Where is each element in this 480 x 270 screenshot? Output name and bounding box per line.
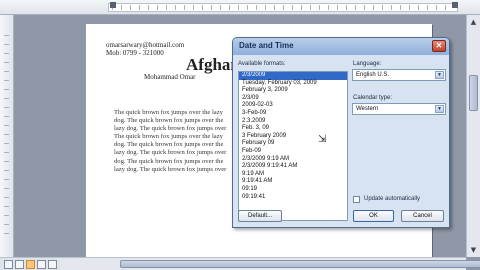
print-layout-button[interactable] xyxy=(26,260,35,269)
format-item[interactable]: Tuesday, February 03, 2009 xyxy=(239,80,347,88)
chevron-down-icon[interactable]: ▼ xyxy=(435,71,444,79)
scroll-down-icon[interactable]: ▼ xyxy=(468,244,479,256)
scroll-up-icon[interactable]: ▲ xyxy=(468,16,479,28)
chevron-down-icon[interactable]: ▼ xyxy=(435,105,444,113)
dialog-titlebar[interactable]: Date and Time ✕ xyxy=(233,38,449,55)
dialog-title: Date and Time xyxy=(239,41,294,50)
default-button[interactable]: Default... xyxy=(238,210,282,222)
ruler-ticks xyxy=(112,5,454,10)
format-item[interactable]: 09:19:41 xyxy=(239,194,347,202)
language-select[interactable]: English U.S. ▼ xyxy=(352,69,446,81)
email-text: omarsarwary@hotmail.com xyxy=(106,41,185,49)
format-item[interactable]: 3 February 2009 xyxy=(239,133,347,141)
calendar-type-select[interactable]: Western ▼ xyxy=(352,103,446,115)
format-item[interactable]: 2/3/2009 9:19:41 AM xyxy=(239,163,347,171)
format-item[interactable]: 2/3/2009 9:19 AM xyxy=(239,156,347,164)
language-value: English U.S. xyxy=(356,72,390,78)
horizontal-scroll-thumb[interactable] xyxy=(120,260,480,268)
format-item[interactable]: February 09 xyxy=(239,140,347,148)
web-view-button[interactable] xyxy=(15,260,24,269)
format-item[interactable]: 2009-02-03 xyxy=(239,102,347,110)
format-item[interactable]: 9:19:41 AM xyxy=(239,178,347,186)
left-indent-marker[interactable] xyxy=(110,2,116,8)
reading-view-button[interactable] xyxy=(48,260,57,269)
right-indent-marker[interactable] xyxy=(452,2,458,8)
mobile-text: Mob: 0799 - 321000 xyxy=(106,49,164,57)
horizontal-scrollbar[interactable] xyxy=(60,257,480,270)
vertical-scroll-thumb[interactable] xyxy=(469,75,478,111)
close-icon[interactable]: ✕ xyxy=(432,40,446,52)
normal-view-button[interactable] xyxy=(4,260,13,269)
formats-list[interactable]: 2/3/2009 Tuesday, February 03, 2009 Febr… xyxy=(238,71,348,221)
vertical-ruler-ticks xyxy=(4,35,9,237)
ok-button[interactable]: OK xyxy=(353,210,394,222)
mouse-cursor-icon: ⇲ xyxy=(318,134,327,145)
vertical-ruler[interactable] xyxy=(0,15,14,257)
calendar-type-label: Calendar type: xyxy=(353,95,393,101)
update-automatically-label[interactable]: Update automatically xyxy=(364,196,420,202)
format-item[interactable]: 2.3.2009 xyxy=(239,118,347,126)
view-buttons xyxy=(0,257,60,270)
format-item[interactable]: February 3, 2009 xyxy=(239,87,347,95)
language-label: Language: xyxy=(353,61,382,67)
format-item[interactable]: Feb. 3, 09 xyxy=(239,125,347,133)
vertical-scrollbar[interactable]: ▲ ▼ xyxy=(466,15,480,257)
format-item[interactable]: 2/3/2009 xyxy=(239,72,347,80)
cancel-button[interactable]: Cancel xyxy=(401,210,444,222)
update-automatically-checkbox[interactable] xyxy=(353,196,360,203)
calendar-type-value: Western xyxy=(356,106,379,112)
author-text: Mohammad Omar xyxy=(144,73,196,81)
available-formats-label: Available formats: xyxy=(238,61,286,67)
date-time-dialog: Date and Time ✕ Available formats: 2/3/2… xyxy=(232,37,450,228)
format-item[interactable]: 3-Feb-09 xyxy=(239,110,347,118)
format-item[interactable]: 9:19 AM xyxy=(239,171,347,179)
format-item[interactable]: 09:19 xyxy=(239,186,347,194)
format-item[interactable]: Feb-09 xyxy=(239,148,347,156)
format-item[interactable]: 2/3/09 xyxy=(239,95,347,103)
outline-view-button[interactable] xyxy=(37,260,46,269)
horizontal-ruler[interactable] xyxy=(0,0,480,15)
